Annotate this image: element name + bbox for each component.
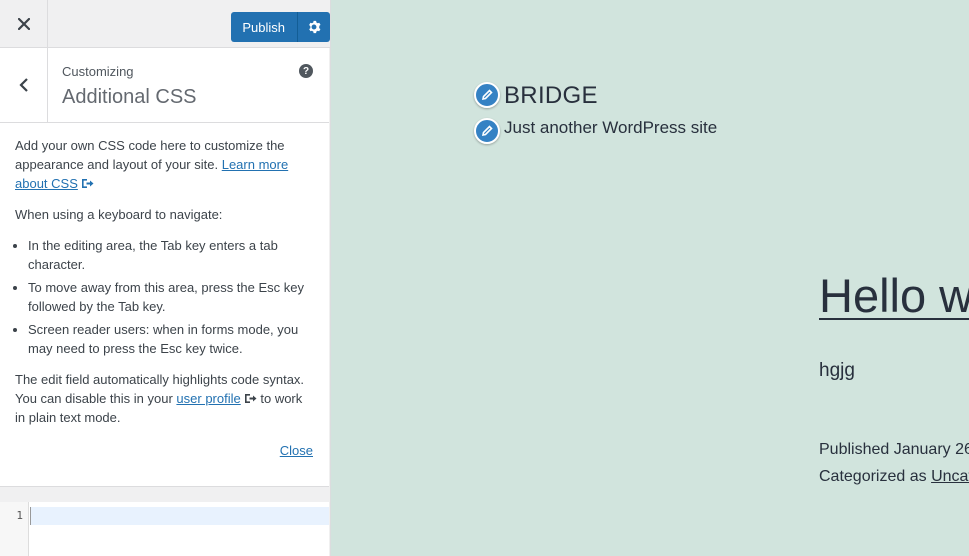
gear-icon — [309, 20, 321, 34]
list-item: Screen reader users: when in forms mode,… — [28, 320, 314, 358]
sidebar-scrollbar[interactable] — [329, 48, 330, 556]
list-item: In the editing area, the Tab key enters … — [28, 236, 314, 274]
close-icon — [17, 18, 30, 30]
close-customizer-button[interactable] — [0, 0, 48, 48]
line-number-gutter: 1 — [0, 502, 29, 556]
editor-top-bar — [0, 486, 329, 502]
section-header: Customizing Additional CSS ? — [0, 48, 329, 123]
customizer-sidebar: Publish Customizing Additional CSS ? Add… — [0, 0, 331, 556]
publish-group: Publish — [231, 12, 330, 42]
site-preview: BRIDGE Just another WordPress site Hello… — [344, 0, 969, 556]
category-link[interactable]: Uncat — [931, 468, 969, 485]
publish-settings-button[interactable] — [298, 12, 330, 42]
post-title-underline — [819, 318, 969, 320]
pencil-icon — [481, 89, 493, 101]
edit-site-title-button[interactable] — [474, 82, 500, 108]
post-title[interactable]: Hello w — [819, 268, 969, 323]
keyboard-heading: When using a keyboard to navigate: — [15, 207, 223, 222]
help-icon[interactable]: ? — [299, 64, 313, 78]
intro-paragraph: Add your own CSS code here to customize … — [15, 136, 314, 193]
section-subtitle: Customizing — [62, 64, 134, 79]
edit-site-description-button[interactable] — [474, 118, 500, 144]
list-item: To move away from this area, press the E… — [28, 278, 314, 316]
back-button[interactable] — [0, 48, 48, 122]
css-description-panel: Add your own CSS code here to customize … — [0, 123, 329, 486]
publish-button[interactable]: Publish — [231, 12, 298, 42]
external-link-icon — [81, 179, 94, 188]
categorized-prefix: Categorized as — [819, 468, 927, 485]
pencil-icon — [481, 125, 493, 137]
site-title[interactable]: BRIDGE — [504, 82, 598, 110]
user-profile-link[interactable]: user profile — [176, 391, 240, 406]
css-code-editor[interactable]: 1 — [0, 502, 330, 556]
editor-active-line[interactable] — [30, 507, 330, 525]
keyboard-tips-list: In the editing area, the Tab key enters … — [15, 236, 314, 358]
site-description: Just another WordPress site — [504, 118, 718, 137]
post-categories: Categorized as Uncat — [819, 468, 969, 486]
customizer-header: Publish — [0, 0, 330, 48]
section-title: Additional CSS — [62, 86, 197, 108]
chevron-left-icon — [18, 78, 28, 92]
syntax-paragraph: The edit field automatically highlights … — [15, 370, 314, 427]
scroll-up-arrow[interactable] — [329, 48, 330, 63]
post-content: hgjg — [819, 360, 855, 381]
post-published-date: Published January 26, — [819, 441, 969, 458]
close-description-link[interactable]: Close — [280, 441, 313, 460]
external-link-icon — [244, 394, 257, 403]
